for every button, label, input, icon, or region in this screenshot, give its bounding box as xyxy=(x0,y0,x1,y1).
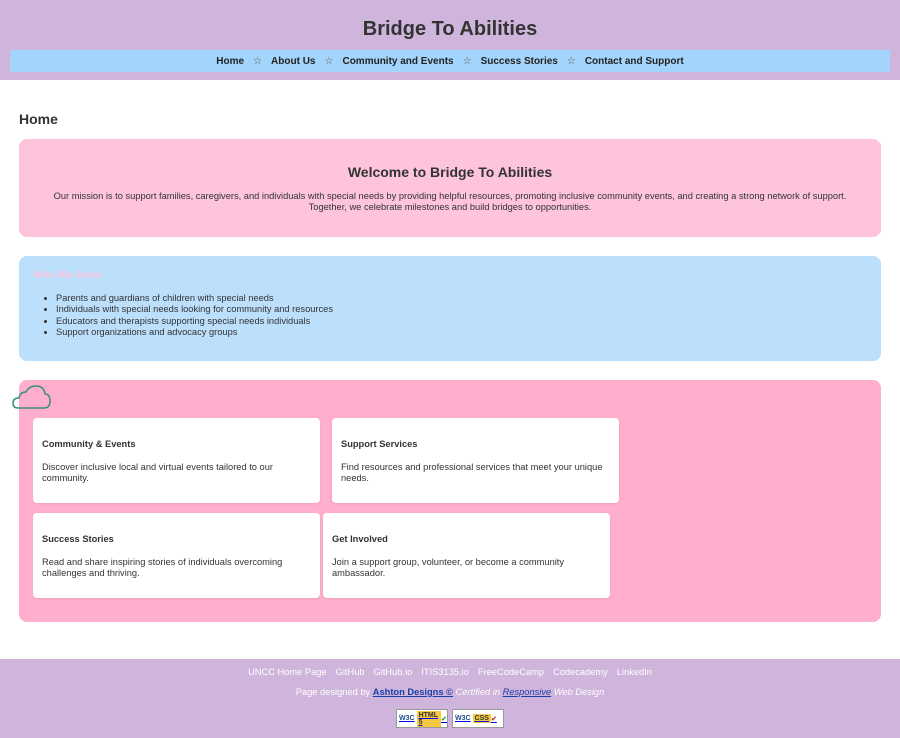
footer-links: UNCC Home Page GitHub GitHub.io ITIS3135… xyxy=(0,667,900,677)
certified-label: Certified in xyxy=(455,687,500,697)
card-community-events[interactable]: Community & Events Discover inclusive lo… xyxy=(33,418,320,503)
star-icon: ☆ xyxy=(324,55,334,67)
responsive-link[interactable]: Responsive xyxy=(503,687,552,697)
who-we-serve-title: Who We Serve xyxy=(33,270,103,281)
footer-link-linkedin[interactable]: LinkedIn xyxy=(617,667,652,677)
nav-community-events[interactable]: Community and Events xyxy=(342,56,453,67)
nav-about-us[interactable]: About Us xyxy=(271,56,315,67)
html5-label: HTML 5 xyxy=(416,710,442,727)
w3c-logo: W3C xyxy=(399,715,415,722)
list-item: Individuals with special needs looking f… xyxy=(56,304,333,315)
footer-credit: Page designed by Ashton Designs © Certif… xyxy=(0,687,900,697)
footer-link-github-io[interactable]: GitHub.io xyxy=(374,667,413,677)
card-text: Join a support group, volunteer, or beco… xyxy=(332,557,565,578)
nav-home[interactable]: Home xyxy=(216,56,244,67)
site-header: Bridge To Abilities Home ☆ About Us ☆ Co… xyxy=(0,0,900,80)
css-validator-badge[interactable]: W3C CSS ✔ xyxy=(452,709,504,728)
card-get-involved[interactable]: Get Involved Join a support group, volun… xyxy=(323,513,610,598)
nav-success-stories[interactable]: Success Stories xyxy=(481,56,558,67)
list-item: Support organizations and advocacy group… xyxy=(56,327,333,338)
star-icon: ☆ xyxy=(566,55,576,67)
footer-link-github[interactable]: GitHub xyxy=(336,667,365,677)
star-icon: ☆ xyxy=(462,55,472,67)
footer-link-uncc[interactable]: UNCC Home Page xyxy=(248,667,327,677)
checkmark-icon: ✔ xyxy=(490,715,497,723)
w3c-logo: W3C xyxy=(455,715,471,722)
card-title: Support Services xyxy=(341,439,418,449)
list-item: Parents and guardians of children with s… xyxy=(56,293,333,304)
certified-suffix: Web Design xyxy=(553,687,605,697)
main-nav: Home ☆ About Us ☆ Community and Events ☆… xyxy=(10,50,890,72)
welcome-text: Our mission is to support families, care… xyxy=(53,191,847,212)
footer-link-itis3135[interactable]: ITIS3135.io xyxy=(421,667,469,677)
footer-link-codecademy[interactable]: Codecademy xyxy=(553,667,608,677)
nav-contact-support[interactable]: Contact and Support xyxy=(585,56,684,67)
card-text: Read and share inspiring stories of indi… xyxy=(42,557,283,578)
validation-badges: W3C HTML 5 ✔ W3C CSS ✔ xyxy=(396,709,504,728)
cloud-icon xyxy=(12,385,51,409)
site-title: Bridge To Abilities xyxy=(362,18,538,40)
footer-link-freecodecamp[interactable]: FreeCodeCamp xyxy=(478,667,544,677)
card-text: Discover inclusive local and virtual eve… xyxy=(42,462,273,483)
designed-by-label: Page designed by xyxy=(295,687,371,697)
who-we-serve-list: Parents and guardians of children with s… xyxy=(33,293,333,339)
site-footer: UNCC Home Page GitHub GitHub.io ITIS3135… xyxy=(0,659,900,738)
star-icon: ☆ xyxy=(253,55,263,67)
card-title: Get Involved xyxy=(332,534,388,544)
welcome-title: Welcome to Bridge To Abilities xyxy=(347,164,553,180)
checkmark-icon: ✔ xyxy=(441,715,447,723)
css-label: CSS xyxy=(472,714,491,723)
card-text: Find resources and professional services… xyxy=(341,462,603,483)
who-we-serve-section: Who We Serve Parents and guardians of ch… xyxy=(19,256,881,361)
card-support-services[interactable]: Support Services Find resources and prof… xyxy=(332,418,619,503)
card-title: Success Stories xyxy=(42,534,114,544)
list-item: Educators and therapists supporting spec… xyxy=(56,316,333,327)
welcome-section: Welcome to Bridge To Abilities Our missi… xyxy=(19,139,881,237)
designer-link[interactable]: Ashton Designs © xyxy=(373,687,453,697)
page-heading: Home xyxy=(19,111,58,127)
html5-validator-badge[interactable]: W3C HTML 5 ✔ xyxy=(396,709,448,728)
card-success-stories[interactable]: Success Stories Read and share inspiring… xyxy=(33,513,320,598)
card-title: Community & Events xyxy=(42,439,136,449)
